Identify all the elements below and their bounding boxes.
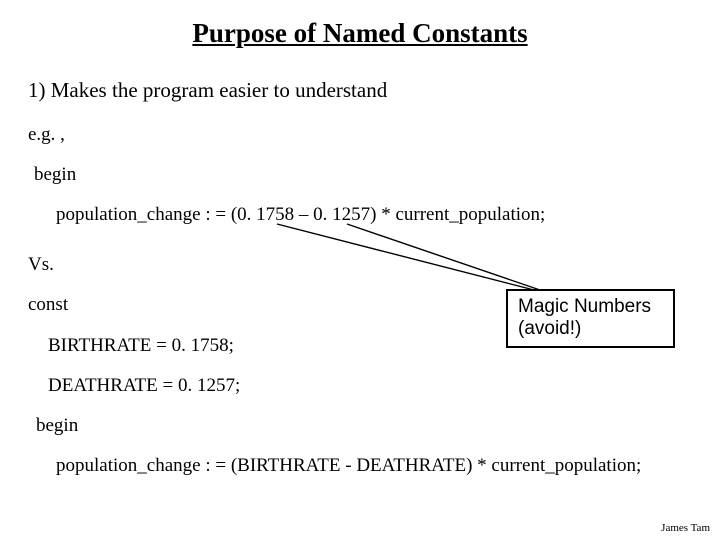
slide: Purpose of Named Constants 1) Makes the … <box>0 0 720 540</box>
vs-label: Vs. <box>28 254 54 276</box>
code-line-1: population_change : = (0. 1758 – 0. 1257… <box>56 204 545 226</box>
begin-1: begin <box>34 164 76 186</box>
callout-box: Magic Numbers (avoid!) <box>506 289 675 348</box>
slide-title: Purpose of Named Constants <box>0 18 720 49</box>
callout-line-1: Magic Numbers <box>518 296 663 318</box>
eg-label: e.g. , <box>28 124 65 146</box>
code-line-2: population_change : = (BIRTHRATE - DEATH… <box>56 455 641 477</box>
const-keyword: const <box>28 294 68 316</box>
bullet-1: 1) Makes the program easier to understan… <box>28 78 387 103</box>
birthrate-line: BIRTHRATE = 0. 1758; <box>48 335 234 357</box>
deathrate-line: DEATHRATE = 0. 1257; <box>48 375 240 397</box>
begin-2: begin <box>36 415 78 437</box>
callout-line-2: (avoid!) <box>518 318 663 340</box>
footer-author: James Tam <box>661 522 710 534</box>
